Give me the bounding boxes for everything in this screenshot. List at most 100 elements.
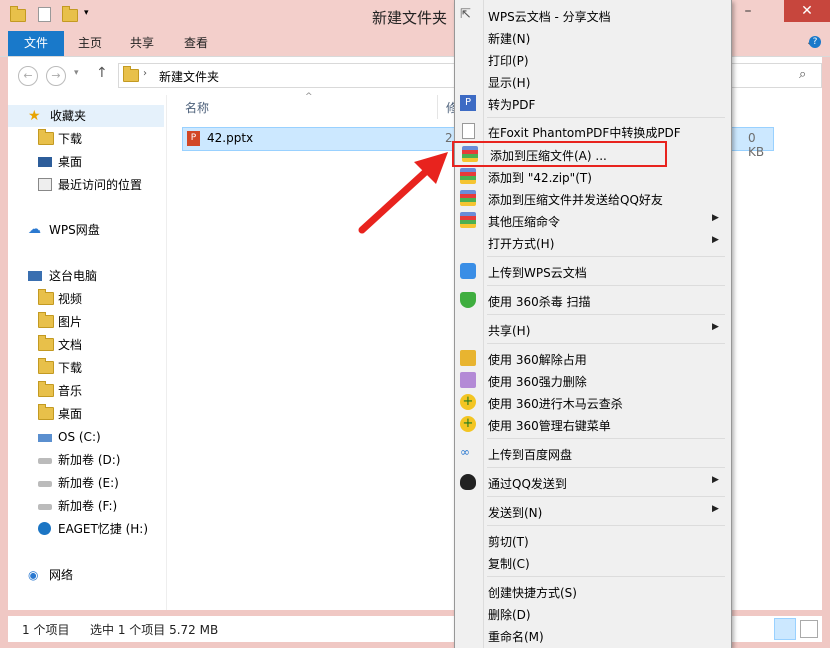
close-button[interactable]: ✕ bbox=[784, 0, 830, 22]
properties-icon[interactable] bbox=[38, 7, 51, 22]
nav-label: 文档 bbox=[58, 338, 83, 352]
back-button[interactable]: ← bbox=[18, 66, 38, 86]
menu-item-cut[interactable]: 剪切(T) bbox=[455, 529, 731, 551]
tab-file[interactable]: 文件 bbox=[8, 31, 64, 56]
tab-share[interactable]: 共享 bbox=[122, 31, 162, 56]
nav-label: 图片 bbox=[58, 315, 83, 329]
large-icons-view-icon[interactable] bbox=[800, 620, 818, 638]
menu-separator bbox=[487, 343, 725, 344]
search-icon[interactable]: ⌕ bbox=[799, 67, 806, 82]
context-menu: ⇱ WPS云文档 - 分享文档 新建(N) 打印(P) 显示(H) P 转为PDF … bbox=[452, 0, 732, 648]
menu-item-archive-send-qq[interactable]: 添加到压缩文件并发送给QQ好友 bbox=[455, 187, 731, 209]
360-unlock-icon bbox=[460, 350, 476, 366]
nav-label: 下载 bbox=[58, 361, 83, 375]
new-folder-icon[interactable] bbox=[62, 6, 78, 22]
menu-item-new[interactable]: 新建(N) bbox=[455, 26, 731, 48]
winrar-icon bbox=[460, 212, 476, 228]
menu-item-360-manage-menu[interactable]: + 使用 360管理右键菜单 bbox=[455, 413, 731, 435]
menu-item-rename[interactable]: 重命名(M) bbox=[455, 624, 731, 646]
menu-item-open-with[interactable]: 打开方式(H) ▶ bbox=[455, 231, 731, 253]
folder-icon bbox=[38, 335, 54, 351]
menu-item-360-force-delete[interactable]: 使用 360强力删除 bbox=[455, 369, 731, 391]
menu-label: 打开方式(H) bbox=[488, 237, 555, 251]
menu-label: 新建(N) bbox=[488, 32, 531, 46]
menu-separator bbox=[487, 117, 725, 118]
menu-label: 上传到百度网盘 bbox=[488, 448, 573, 462]
menu-item-to-pdf[interactable]: P 转为PDF bbox=[455, 92, 731, 114]
menu-label: 使用 360进行木马云查杀 bbox=[488, 397, 623, 411]
360-shield-icon bbox=[460, 292, 476, 308]
forward-button[interactable]: → bbox=[46, 66, 66, 86]
nav-label: 新加卷 (E:) bbox=[58, 476, 119, 490]
folder-icon bbox=[38, 381, 54, 397]
menu-label: 使用 360解除占用 bbox=[488, 353, 587, 367]
folder-icon bbox=[38, 289, 54, 305]
menu-item-360-scan[interactable]: 使用 360杀毒 扫描 bbox=[455, 289, 731, 311]
menu-item-add-to-zip[interactable]: 添加到 "42.zip"(T) bbox=[455, 165, 731, 187]
windows-drive-icon bbox=[38, 434, 52, 442]
details-view-icon[interactable] bbox=[774, 618, 796, 640]
file-size: 0 KB bbox=[748, 131, 765, 159]
menu-item-copy[interactable]: 复制(C) bbox=[455, 551, 731, 573]
nav-favorites[interactable]: ★ 收藏夹 bbox=[8, 105, 164, 127]
column-header-name[interactable]: 名称 bbox=[185, 99, 209, 116]
menu-item-baidu-upload[interactable]: ∞ 上传到百度网盘 bbox=[455, 442, 731, 464]
menu-item-360-trojan-scan[interactable]: + 使用 360进行木马云查杀 bbox=[455, 391, 731, 413]
address-path: 新建文件夹 bbox=[159, 70, 220, 84]
menu-item-print[interactable]: 打印(P) bbox=[455, 48, 731, 70]
tab-home[interactable]: 主页 bbox=[70, 31, 110, 56]
sort-arrow-icon: ^ bbox=[305, 92, 313, 102]
folder-icon bbox=[38, 358, 54, 374]
minimize-button[interactable]: – bbox=[736, 0, 760, 22]
menu-item-upload-wps[interactable]: 上传到WPS云文档 bbox=[455, 260, 731, 282]
submenu-arrow-icon: ▶ bbox=[712, 475, 719, 485]
menu-label: 显示(H) bbox=[488, 76, 531, 90]
red-arrow-annotation bbox=[358, 152, 448, 234]
menu-separator bbox=[487, 576, 725, 577]
menu-separator bbox=[487, 467, 725, 468]
menu-item-share[interactable]: 共享(H) ▶ bbox=[455, 318, 731, 340]
baidu-cloud-icon: ∞ bbox=[460, 445, 470, 459]
menu-item-foxit-convert[interactable]: 在Foxit PhantomPDF中转换成PDF bbox=[455, 120, 731, 142]
submenu-arrow-icon: ▶ bbox=[712, 235, 719, 245]
menu-item-delete[interactable]: 删除(D) bbox=[455, 602, 731, 624]
drive-icon bbox=[38, 504, 52, 510]
file-name: 42.pptx bbox=[207, 131, 254, 145]
wps-cloud-icon bbox=[460, 263, 476, 279]
menu-item-other-compress[interactable]: 其他压缩命令 ▶ bbox=[455, 209, 731, 231]
360-logo-icon: + bbox=[460, 416, 476, 432]
customize-qat-icon[interactable]: ▾ bbox=[84, 8, 100, 24]
star-icon: ★ bbox=[28, 108, 41, 124]
menu-item-create-shortcut[interactable]: 创建快捷方式(S) bbox=[455, 580, 731, 602]
chevron-right-icon[interactable]: › bbox=[143, 68, 147, 79]
menu-item-360-unlock[interactable]: 使用 360解除占用 bbox=[455, 347, 731, 369]
menu-item-send-to[interactable]: 发送到(N) ▶ bbox=[455, 500, 731, 522]
nav-label: 音乐 bbox=[58, 384, 83, 398]
menu-label: 共享(H) bbox=[488, 324, 531, 338]
up-arrow-icon[interactable]: ↑ bbox=[96, 65, 108, 81]
menu-label: 转为PDF bbox=[488, 98, 536, 112]
help-icon[interactable]: ? bbox=[809, 36, 821, 48]
menu-item-add-to-archive[interactable]: 添加到压缩文件(A) ... bbox=[452, 141, 667, 167]
menu-item-show[interactable]: 显示(H) bbox=[455, 70, 731, 92]
nav-label: 收藏夹 bbox=[50, 109, 87, 123]
menu-item-qq-send[interactable]: 通过QQ发送到 ▶ bbox=[455, 471, 731, 493]
menu-item-wps-share[interactable]: ⇱ WPS云文档 - 分享文档 bbox=[455, 4, 731, 26]
menu-label: 上传到WPS云文档 bbox=[488, 266, 587, 280]
column-divider[interactable] bbox=[437, 95, 438, 119]
nav-label: WPS网盘 bbox=[49, 223, 100, 237]
folder-icon bbox=[38, 129, 54, 145]
winrar-icon bbox=[462, 146, 478, 162]
360-shredder-icon bbox=[460, 372, 476, 388]
menu-label: 添加到压缩文件(A) ... bbox=[490, 149, 607, 163]
recent-dropdown-icon[interactable]: ▾ bbox=[74, 68, 79, 78]
recent-places-icon bbox=[38, 178, 52, 191]
nav-label: 桌面 bbox=[58, 407, 83, 421]
window-title: 新建文件夹 bbox=[372, 9, 448, 27]
tab-view[interactable]: 查看 bbox=[176, 31, 216, 56]
nav-label: 视频 bbox=[58, 292, 83, 306]
folder-icon bbox=[38, 312, 54, 328]
menu-label: 发送到(N) bbox=[488, 506, 543, 520]
drive-icon bbox=[38, 481, 52, 487]
menu-label: WPS云文档 - 分享文档 bbox=[488, 10, 611, 24]
